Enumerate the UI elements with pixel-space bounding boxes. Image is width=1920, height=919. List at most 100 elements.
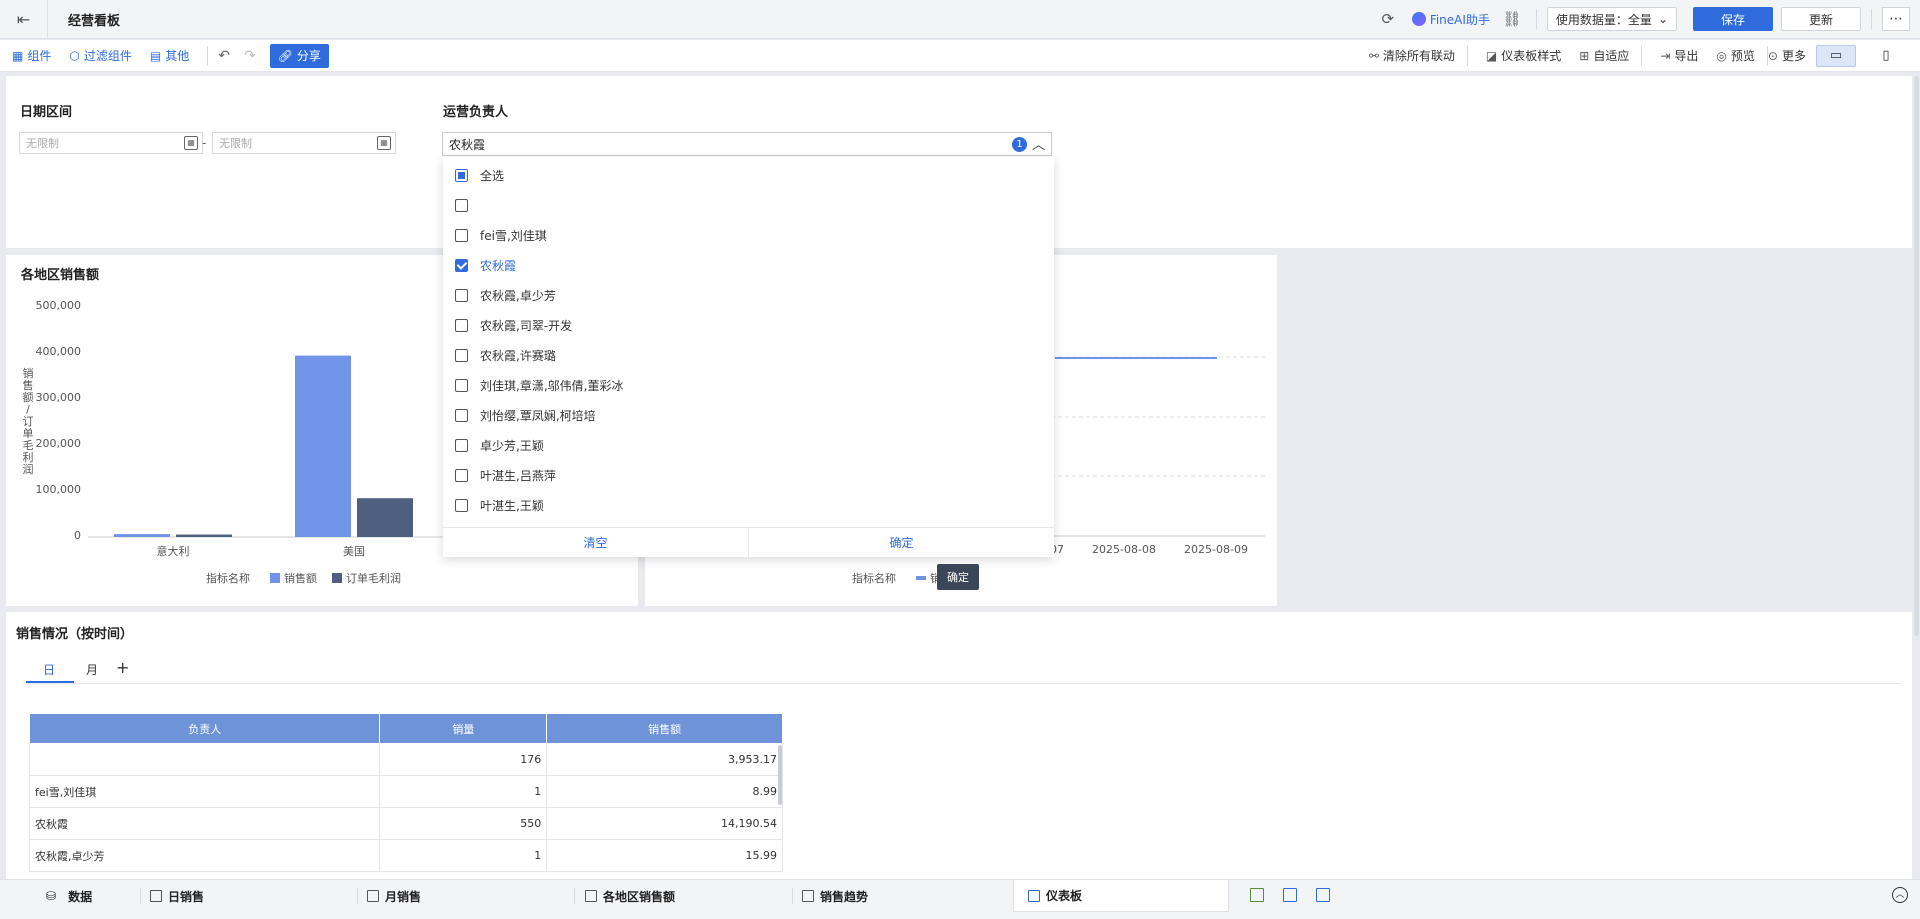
option-empty[interactable] <box>455 195 480 215</box>
header-quantity[interactable]: 销量 <box>379 713 548 744</box>
checkbox[interactable] <box>455 498 468 512</box>
legend-label: 销售额 <box>284 571 317 585</box>
share-button[interactable]: 🔗︎ 分享 <box>269 43 329 68</box>
other-icon: ▤ <box>149 48 162 63</box>
confirm-button[interactable]: 确定 <box>749 528 1054 557</box>
cell-quantity: 176 <box>379 743 548 776</box>
header-owner[interactable]: 负责人 <box>28 713 381 744</box>
checkbox-checked[interactable] <box>455 258 468 272</box>
option-select-all[interactable]: 全选 <box>455 165 504 185</box>
cell-quantity: 1 <box>379 839 548 872</box>
checkbox[interactable] <box>455 378 468 392</box>
tab-region-sales[interactable]: 各地区销售额 <box>585 880 675 912</box>
checkbox[interactable] <box>455 438 468 452</box>
clear-linkage-button[interactable]: ⚯ 清除所有联动 <box>1369 47 1455 64</box>
list-item[interactable]: 叶湛生,吕燕萍 <box>455 465 556 485</box>
date-start-input[interactable]: 无限制 ▦ <box>19 132 203 154</box>
data-volume-select[interactable]: 使用数据量：全量 ⌄ <box>1546 7 1677 31</box>
y-axis-label: 销 <box>23 366 34 380</box>
adaptive-button[interactable]: ⊞ 自适应 <box>1579 47 1629 64</box>
undo-icon[interactable]: ↶ <box>218 48 230 64</box>
list-item[interactable]: 卓少芳,王颖 <box>455 435 544 455</box>
y-tick-label: 0 <box>74 529 81 542</box>
list-item[interactable]: 叶湛生,王颖 <box>455 495 544 515</box>
bar <box>357 498 413 537</box>
table-icon <box>150 890 162 902</box>
table-row: fei雪,刘佳琪 1 8.99 <box>28 775 783 808</box>
page-scrollbar[interactable] <box>1914 76 1919 636</box>
chevron-up-icon: ︿ <box>1031 138 1045 153</box>
y-tick-label: 400,000 <box>36 345 82 358</box>
list-item[interactable]: fei雪,刘佳琪 <box>455 225 547 245</box>
checkbox[interactable] <box>455 198 468 212</box>
style-icon: ◪ <box>1485 48 1498 63</box>
redo-icon[interactable]: ↷ <box>244 48 256 64</box>
list-item[interactable]: 农秋霞 <box>455 255 516 275</box>
tab-dashboard[interactable]: 仪表板 <box>1013 880 1229 912</box>
tab-data[interactable]: ⛁ 数据 <box>46 880 92 912</box>
date-end-input[interactable]: 无限制 ▦ <box>212 132 396 154</box>
table-scrollbar[interactable] <box>778 745 782 805</box>
add-report-icon[interactable] <box>1316 888 1330 902</box>
mobile-view-icon[interactable]: ▯ <box>1866 45 1906 67</box>
checkbox[interactable] <box>455 408 468 422</box>
preview-button[interactable]: ◎ 预览 <box>1716 47 1755 64</box>
add-dashboard-icon[interactable] <box>1283 888 1297 902</box>
cell-sales: 14,190.54 <box>546 807 783 840</box>
dashboard-icon <box>1028 889 1040 902</box>
list-item[interactable]: 农秋霞,许赛璐 <box>455 345 556 365</box>
checkbox[interactable] <box>455 288 468 302</box>
exit-icon[interactable]: ⇤ <box>0 0 48 39</box>
more-menu-icon[interactable]: ⋯ <box>1882 7 1910 31</box>
y-tick-label: 100,000 <box>36 483 82 496</box>
add-chart-icon[interactable] <box>1250 888 1264 902</box>
calendar-icon: ▦ <box>377 136 391 150</box>
checkbox[interactable] <box>455 348 468 362</box>
list-item[interactable]: 农秋霞,司翠-开发 <box>455 315 572 335</box>
tab-sales-trend[interactable]: 销售趋势 <box>802 880 868 912</box>
y-axis-label: 润 <box>23 462 34 476</box>
component-button[interactable]: ▦ 组件 <box>12 47 51 64</box>
bar <box>114 534 170 537</box>
tab-day[interactable]: 日 <box>43 661 55 678</box>
list-item[interactable]: 刘怡缨,覃凤娴,柯培培 <box>455 405 596 425</box>
database-icon: ⛁ <box>46 889 57 903</box>
tab-month[interactable]: 月 <box>86 661 98 678</box>
y-tick-label: 300,000 <box>36 391 82 404</box>
adaptive-icon: ⊞ <box>1579 48 1590 63</box>
collapse-icon[interactable]: ︿ <box>1892 887 1908 903</box>
checkbox[interactable] <box>455 318 468 332</box>
component-icon: ▦ <box>12 48 24 63</box>
bar <box>176 534 232 537</box>
table-row: 176 3,953.17 <box>28 743 783 776</box>
cell-owner: 农秋霞 <box>28 807 381 840</box>
owner-select[interactable]: 农秋霞 1 ︿ <box>442 132 1052 156</box>
list-item[interactable]: 刘佳琪,章潇,邬伟倩,董彩冰 <box>455 375 623 395</box>
header-sales[interactable]: 销售额 <box>546 713 783 744</box>
export-button[interactable]: ⇥ 导出 <box>1660 47 1698 64</box>
desktop-view-icon[interactable]: ▭ <box>1816 44 1856 67</box>
other-button[interactable]: ▤ 其他 <box>150 47 189 64</box>
more-button[interactable]: ⊙ 更多 <box>1768 47 1806 64</box>
checkbox[interactable] <box>455 228 468 242</box>
add-tab-button[interactable]: + <box>116 658 129 677</box>
preview-icon: ◎ <box>1716 48 1727 63</box>
y-tick-label: 500,000 <box>36 299 82 312</box>
checkbox-partial[interactable] <box>455 168 468 182</box>
clear-button[interactable]: 清空 <box>443 528 749 557</box>
checkbox[interactable] <box>455 468 468 482</box>
refresh-icon[interactable]: ⟳ <box>1374 10 1402 28</box>
tab-monthly-sales[interactable]: 月销售 <box>367 880 421 912</box>
save-button[interactable]: 保存 <box>1693 7 1773 31</box>
cell-owner: fei雪,刘佳琪 <box>28 775 381 808</box>
dashboard-style-button[interactable]: ◪ 仪表板样式 <box>1486 47 1561 64</box>
update-button[interactable]: 更新 <box>1781 7 1861 31</box>
fineai-assistant-button[interactable]: FineAI助手 <box>1411 11 1490 28</box>
tab-daily-sales[interactable]: 日销售 <box>150 880 204 912</box>
x-tick-label: 意大利 <box>157 544 190 558</box>
flow-icon[interactable]: ⛓ <box>1498 10 1526 28</box>
cell-quantity: 1 <box>379 775 548 808</box>
x-tick-label: 美国 <box>343 545 365 558</box>
list-item[interactable]: 农秋霞,卓少芳 <box>455 285 556 305</box>
filter-component-button[interactable]: ⬡ 过滤组件 <box>69 47 132 64</box>
